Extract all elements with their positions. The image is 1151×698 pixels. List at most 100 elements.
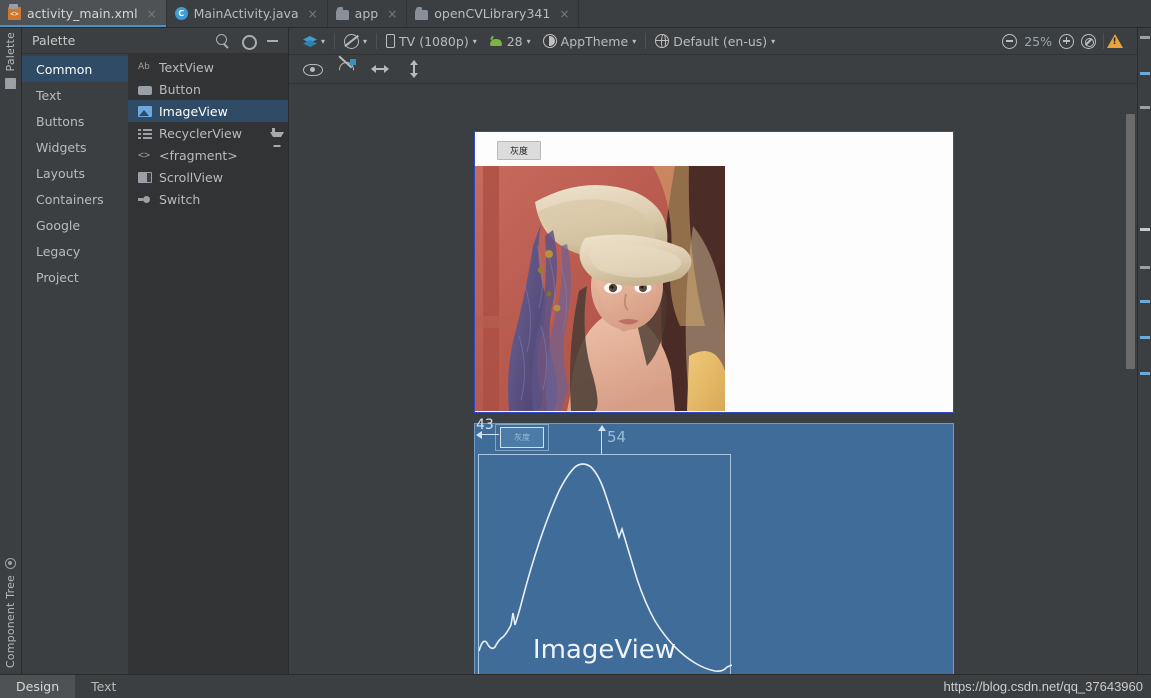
item-label: TextView bbox=[159, 59, 214, 75]
palette-category-containers[interactable]: Containers bbox=[22, 186, 128, 212]
palette-category-widgets[interactable]: Widgets bbox=[22, 134, 128, 160]
item-label: RecyclerView bbox=[159, 125, 242, 141]
arrow-tip bbox=[409, 73, 418, 78]
component-tree-rail-button[interactable]: Component Tree bbox=[4, 557, 17, 668]
category-label: Common bbox=[36, 61, 93, 77]
design-canvas[interactable]: 灰度 54 43 灰度 ImageView bbox=[289, 84, 1137, 674]
rail-mark bbox=[1140, 36, 1150, 39]
palette-body: Common Text Buttons Widgets Layouts Cont… bbox=[22, 54, 288, 674]
preview-grayscale-button[interactable]: 灰度 bbox=[497, 141, 541, 160]
gear-icon[interactable] bbox=[240, 33, 257, 50]
palette-rail-label: Palette bbox=[4, 32, 17, 72]
palette-rail-button[interactable]: Palette bbox=[4, 32, 17, 89]
category-label: Buttons bbox=[36, 113, 85, 129]
android-module-icon bbox=[335, 9, 349, 20]
eye-icon[interactable] bbox=[303, 60, 323, 78]
palette-category-common[interactable]: Common bbox=[22, 56, 128, 82]
component-tree-rail-label: Component Tree bbox=[4, 574, 17, 668]
palette-category-list: Common Text Buttons Widgets Layouts Cont… bbox=[22, 54, 128, 674]
tab-activity-main-xml[interactable]: activity_main.xml × bbox=[0, 0, 167, 27]
palette-item-switch[interactable]: Switch bbox=[128, 188, 288, 210]
design-toolbar: ▾ ▾ TV (1080p) ▾ 28 ▾ AppTheme ▾ Default… bbox=[289, 28, 1137, 55]
rail-marker-group bbox=[1138, 28, 1150, 674]
search-icon[interactable] bbox=[215, 33, 230, 48]
lenna-test-image[interactable] bbox=[475, 166, 725, 411]
zoom-out-icon[interactable] bbox=[1002, 33, 1018, 49]
category-label: Project bbox=[36, 269, 79, 285]
theme-selector[interactable]: AppTheme ▾ bbox=[537, 30, 643, 52]
right-marker-rail[interactable] bbox=[1137, 28, 1151, 674]
zoom-in-icon[interactable] bbox=[1059, 33, 1074, 49]
layers-icon bbox=[303, 34, 317, 48]
palette-category-buttons[interactable]: Buttons bbox=[22, 108, 128, 134]
tab-design[interactable]: Design bbox=[0, 675, 76, 698]
palette-category-layouts[interactable]: Layouts bbox=[22, 160, 128, 186]
tab-app[interactable]: app × bbox=[328, 0, 408, 27]
chevron-down-icon: ▾ bbox=[472, 36, 477, 46]
magnet-icon[interactable] bbox=[337, 59, 356, 78]
palette-item-button[interactable]: Button bbox=[128, 78, 288, 100]
download-icon[interactable] bbox=[267, 127, 284, 140]
tab-label: openCVLibrary341 bbox=[434, 6, 551, 21]
horizontal-arrow-icon[interactable] bbox=[371, 60, 389, 78]
palette-panel: Palette Common Text Buttons Widgets Layo… bbox=[22, 28, 289, 674]
zoom-to-fit-icon[interactable] bbox=[1081, 33, 1096, 49]
tab-opencvlibrary341[interactable]: openCVLibrary341 × bbox=[407, 0, 580, 27]
palette-item-textview[interactable]: TextView bbox=[128, 56, 288, 78]
rail-mark bbox=[1140, 106, 1150, 109]
palette-category-legacy[interactable]: Legacy bbox=[22, 238, 128, 264]
palette-icon bbox=[5, 77, 16, 89]
tab-main-activity-java[interactable]: MainActivity.java × bbox=[167, 0, 328, 27]
blueprint-imageview-bounds[interactable]: ImageView bbox=[478, 454, 732, 674]
zoom-level-label: 25% bbox=[1024, 33, 1052, 49]
category-label: Google bbox=[36, 217, 81, 233]
constraint-left-label: 43 bbox=[476, 417, 494, 433]
button-icon bbox=[138, 85, 152, 95]
close-icon[interactable]: × bbox=[308, 7, 318, 21]
palette-category-google[interactable]: Google bbox=[22, 212, 128, 238]
editor-tab-bar: activity_main.xml × MainActivity.java × … bbox=[0, 0, 1151, 28]
palette-item-recyclerview[interactable]: RecyclerView bbox=[128, 122, 288, 144]
imageview-icon bbox=[138, 106, 152, 117]
tab-label: MainActivity.java bbox=[193, 6, 299, 21]
category-label: Containers bbox=[36, 191, 104, 207]
design-surface-toolbar bbox=[289, 55, 1137, 84]
blueprint-imageview-label: ImageView bbox=[532, 635, 677, 665]
tab-label: activity_main.xml bbox=[27, 6, 138, 21]
chevron-down-icon: ▾ bbox=[632, 36, 637, 46]
item-label: <fragment> bbox=[159, 147, 238, 163]
minimize-icon[interactable] bbox=[265, 33, 280, 48]
divider bbox=[334, 33, 336, 49]
palette-item-scrollview[interactable]: ScrollView bbox=[128, 166, 288, 188]
fragment-icon bbox=[138, 149, 152, 162]
palette-category-text[interactable]: Text bbox=[22, 82, 128, 108]
category-label: Layouts bbox=[36, 165, 86, 181]
locale-selector[interactable]: Default (en-us) ▾ bbox=[649, 30, 781, 52]
rail-mark bbox=[1140, 266, 1150, 269]
device-preview[interactable]: 灰度 bbox=[474, 131, 954, 413]
tab-text[interactable]: Text bbox=[75, 675, 132, 698]
blueprint-orientation-icon bbox=[344, 33, 360, 49]
close-icon[interactable]: × bbox=[387, 7, 397, 21]
close-icon[interactable]: × bbox=[559, 7, 569, 21]
palette-item-imageview[interactable]: ImageView bbox=[128, 100, 288, 122]
warning-icon[interactable] bbox=[1107, 34, 1123, 48]
blueprint-grayscale-button[interactable]: 灰度 bbox=[500, 427, 544, 448]
api-level-selector[interactable]: 28 ▾ bbox=[483, 30, 537, 52]
blueprint-preview[interactable]: 54 43 灰度 ImageView bbox=[474, 417, 954, 674]
rail-mark bbox=[1140, 72, 1150, 75]
palette-item-fragment[interactable]: <fragment> bbox=[128, 144, 288, 166]
globe-icon bbox=[655, 34, 670, 48]
canvas-scrollbar-track[interactable] bbox=[1123, 84, 1137, 674]
rail-mark bbox=[1140, 300, 1150, 303]
device-selector[interactable]: TV (1080p) ▾ bbox=[380, 30, 483, 52]
android-studio-layout-editor: activity_main.xml × MainActivity.java × … bbox=[0, 0, 1151, 698]
divider bbox=[376, 33, 378, 49]
palette-category-project[interactable]: Project bbox=[22, 264, 128, 290]
canvas-scrollbar-thumb[interactable] bbox=[1126, 114, 1135, 369]
design-mode-selector[interactable]: ▾ bbox=[297, 30, 331, 52]
locale-label: Default (en-us) bbox=[673, 33, 768, 49]
blueprint-orientation-selector[interactable]: ▾ bbox=[338, 30, 373, 52]
close-icon[interactable]: × bbox=[147, 7, 157, 21]
vertical-arrow-icon[interactable] bbox=[405, 60, 423, 78]
